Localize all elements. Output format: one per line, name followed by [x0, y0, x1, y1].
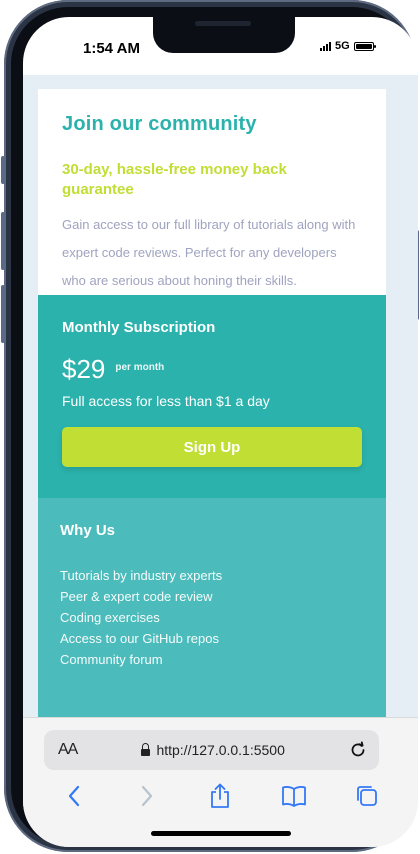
safari-bottom-bar: AA http://127.0.0.1:5500 [23, 717, 418, 847]
price-row: $29 per month [62, 354, 362, 385]
subscription-section: Monthly Subscription $29 per month Full … [38, 295, 386, 498]
tabs-icon [357, 786, 378, 806]
subscription-description: Full access for less than $1 a day [62, 393, 270, 409]
chevron-right-icon [141, 785, 153, 807]
lock-icon [141, 742, 151, 756]
why-us-item: Tutorials by industry experts [60, 568, 223, 583]
price-period: per month [115, 362, 165, 373]
price: $29 [62, 354, 106, 384]
volume-down-button [1, 285, 5, 343]
community-section: Join our community 30-day, hassle-free m… [38, 89, 386, 295]
community-description: Gain access to our full library of tutor… [62, 217, 356, 288]
home-indicator[interactable] [151, 831, 291, 836]
text-size-button[interactable]: AA [58, 741, 78, 759]
back-button[interactable] [54, 781, 94, 811]
phone-bezel: 1:54 AM 5G Join our community 30-day, ha… [11, 7, 418, 847]
subscription-title: Monthly Subscription [62, 319, 216, 336]
phone-frame: 1:54 AM 5G Join our community 30-day, ha… [1, 0, 419, 852]
browser-toolbar [23, 781, 418, 811]
why-us-item: Coding exercises [60, 610, 160, 625]
book-icon [281, 786, 306, 807]
why-us-section: Why Us Tutorials by industry experts Pee… [38, 498, 386, 717]
tabs-button[interactable] [347, 781, 387, 811]
pricing-component: Join our community 30-day, hassle-free m… [38, 89, 386, 717]
forward-button[interactable] [127, 781, 167, 811]
sign-up-button[interactable]: Sign Up [62, 427, 362, 467]
speaker [195, 21, 251, 26]
why-us-item: Peer & expert code review [60, 589, 213, 604]
share-button[interactable] [200, 781, 240, 811]
volume-up-button [1, 212, 5, 270]
url-text: http://127.0.0.1:5500 [156, 742, 285, 758]
cellular-signal-icon [320, 41, 331, 51]
status-indicators: 5G [320, 40, 376, 52]
screen: 1:54 AM 5G Join our community 30-day, ha… [23, 17, 418, 847]
why-us-item: Access to our GitHub repos [60, 631, 219, 646]
battery-icon [353, 41, 376, 51]
web-viewport[interactable]: Join our community 30-day, hassle-free m… [23, 75, 418, 717]
chevron-left-icon [68, 785, 79, 807]
why-us-title: Why Us [60, 522, 116, 539]
bookmarks-button[interactable] [274, 781, 314, 811]
address-bar[interactable]: AA http://127.0.0.1:5500 [44, 730, 379, 770]
reload-icon[interactable] [349, 741, 367, 759]
share-icon [211, 783, 230, 808]
url-display[interactable]: http://127.0.0.1:5500 [77, 742, 349, 758]
why-us-item: Community forum [60, 652, 163, 667]
status-time: 1:54 AM [83, 40, 140, 57]
guarantee-text: 30-day, hassle-free money back guarantee [62, 161, 287, 198]
why-us-list: Tutorials by industry experts Peer & exp… [60, 565, 364, 670]
network-type: 5G [335, 40, 350, 52]
silent-switch [1, 156, 5, 184]
community-title: Join our community [62, 113, 257, 135]
